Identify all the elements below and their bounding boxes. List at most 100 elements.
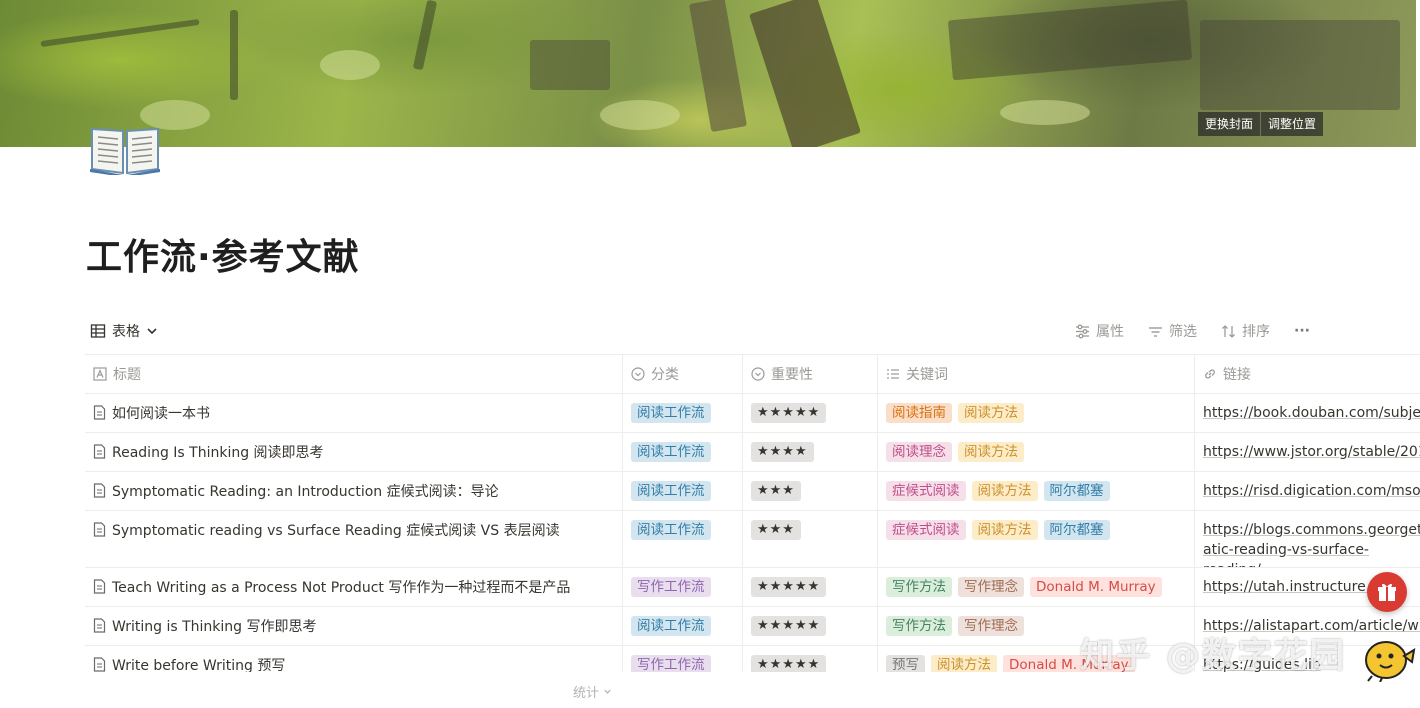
link-cell[interactable]: https://book.douban.com/subject [1195, 394, 1420, 432]
keywords-cell[interactable]: 阅读指南 阅读方法 [878, 394, 1195, 432]
more-options-button[interactable]: ··· [1294, 323, 1310, 339]
table-row[interactable]: Reading Is Thinking 阅读即思考 阅读工作流 ★★★★ 阅读理… [85, 433, 1420, 472]
sliders-icon [1076, 324, 1090, 338]
properties-button[interactable]: 属性 [1075, 321, 1124, 341]
row-title: Symptomatic reading vs Surface Reading 症… [112, 523, 560, 539]
properties-label: 属性 [1096, 324, 1125, 340]
keyword-tag: 阅读方法 [971, 520, 1038, 540]
chevron-down-icon [604, 689, 611, 694]
gift-button[interactable] [1367, 572, 1407, 612]
category-cell[interactable]: 阅读工作流 [623, 394, 743, 432]
star-rating-tag: ★★★ [751, 481, 801, 501]
keyword-tag: 写作方法 [886, 616, 952, 636]
title-cell[interactable]: Symptomatic reading vs Surface Reading 症… [85, 511, 623, 567]
row-title: Reading Is Thinking 阅读即思考 [112, 445, 324, 461]
table-row[interactable]: Symptomatic Reading: an Introduction 症候式… [85, 472, 1420, 511]
open-book-icon[interactable] [88, 115, 162, 175]
column-header-keywords-label: 关键词 [906, 367, 948, 383]
link-cell[interactable]: https://www.jstor.org/stable/2019 [1195, 433, 1420, 471]
title-cell[interactable]: 如何阅读一本书 [85, 394, 623, 432]
sort-label: 排序 [1242, 324, 1271, 340]
page-doc-icon [93, 657, 106, 672]
database-toolbar: 属性 筛选 排序 ··· [1075, 321, 1310, 341]
text-property-icon [93, 367, 107, 381]
title-cell[interactable]: Symptomatic Reading: an Introduction 症候式… [85, 472, 623, 510]
star-rating-tag: ★★★ [751, 520, 801, 540]
select-property-icon [631, 367, 645, 381]
link-cell[interactable]: https://risd.digication.com/msoko [1195, 472, 1420, 510]
url-link[interactable]: https://www.jstor.org/stable/2019 [1203, 442, 1420, 462]
importance-cell[interactable]: ★★★★★ [743, 568, 878, 606]
keywords-cell[interactable]: 写作方法 写作理念 Donald M. Murray [878, 568, 1195, 606]
column-header-title[interactable]: 标题 [85, 355, 623, 393]
change-cover-button[interactable]: 更换封面 [1198, 112, 1261, 136]
table-row[interactable]: Teach Writing as a Process Not Product 写… [85, 568, 1420, 607]
view-switcher[interactable]: 表格 [90, 321, 158, 341]
cover-image[interactable]: 更换封面 调整位置 [0, 0, 1416, 147]
keywords-cell[interactable]: 症候式阅读 阅读方法 阿尔都塞 [878, 472, 1195, 510]
category-tag: 阅读工作流 [631, 403, 711, 423]
sort-icon [1222, 324, 1235, 338]
category-tag: 阅读工作流 [631, 442, 711, 462]
reposition-cover-button[interactable]: 调整位置 [1260, 112, 1324, 136]
star-rating-tag: ★★★★★ [751, 616, 827, 636]
title-cell[interactable]: Writing is Thinking 写作即思考 [85, 607, 623, 645]
table-row[interactable]: Symptomatic reading vs Surface Reading 症… [85, 511, 1420, 568]
page-doc-icon [93, 405, 106, 420]
title-cell[interactable]: Teach Writing as a Process Not Product 写… [85, 568, 623, 606]
sort-button[interactable]: 排序 [1221, 321, 1270, 341]
keywords-cell[interactable]: 症候式阅读 阅读方法 阿尔都塞 [878, 511, 1195, 567]
category-tag: 写作工作流 [631, 577, 711, 597]
column-header-keywords[interactable]: 关键词 [878, 355, 1195, 393]
keyword-tag: 阅读方法 [971, 481, 1038, 501]
column-header-link[interactable]: 链接 [1195, 355, 1420, 393]
filter-icon [1149, 326, 1163, 337]
keyword-tag: 症候式阅读 [886, 520, 966, 540]
star-rating-tag: ★★★★ [751, 442, 814, 462]
row-title: Writing is Thinking 写作即思考 [112, 619, 317, 635]
importance-cell[interactable]: ★★★★ [743, 433, 878, 471]
column-header-category[interactable]: 分类 [623, 355, 743, 393]
keyword-tag: 写作方法 [886, 577, 952, 597]
category-cell[interactable]: 写作工作流 [623, 568, 743, 606]
link-icon [1205, 369, 1215, 379]
category-cell[interactable]: 阅读工作流 [623, 511, 743, 567]
importance-cell[interactable]: ★★★ [743, 472, 878, 510]
category-tag: 阅读工作流 [631, 616, 711, 636]
table-header-row: 标题 分类 重要性 关键词 链接 [85, 355, 1420, 394]
calculate-label: 统计 [573, 686, 600, 701]
column-header-importance-label: 重要性 [771, 367, 813, 383]
importance-cell[interactable]: ★★★★★ [743, 607, 878, 645]
url-link[interactable]: https://utah.instructure.co [1203, 577, 1386, 597]
filter-button[interactable]: 筛选 [1148, 321, 1197, 341]
keyword-tag: 阿尔都塞 [1043, 520, 1110, 540]
importance-cell[interactable]: ★★★ [743, 511, 878, 567]
row-title: Teach Writing as a Process Not Product 写… [112, 580, 571, 596]
url-link[interactable]: https://book.douban.com/subject [1203, 403, 1420, 423]
column-header-category-label: 分类 [651, 367, 679, 383]
url-link[interactable]: https://blogs.commons.georgetow [1203, 520, 1420, 540]
link-cell[interactable]: https://blogs.commons.georgetow atic-rea… [1195, 511, 1420, 567]
importance-cell[interactable]: ★★★★★ [743, 394, 878, 432]
url-link-continued[interactable]: atic-reading-vs-surface-reading/ [1203, 540, 1412, 567]
keyword-tag: 阅读理念 [886, 442, 952, 462]
keyword-tag: 阿尔都塞 [1043, 481, 1110, 501]
column-header-importance[interactable]: 重要性 [743, 355, 878, 393]
multi-select-icon [887, 369, 899, 379]
calculate-button[interactable]: 统计 [573, 682, 612, 701]
page-doc-icon [93, 579, 106, 594]
star-rating-tag: ★★★★★ [751, 577, 827, 597]
row-title: 如何阅读一本书 [112, 406, 210, 422]
table-row[interactable]: 如何阅读一本书 阅读工作流 ★★★★★ 阅读指南 阅读方法 https://bo… [85, 394, 1420, 433]
chevron-down-icon [147, 328, 157, 335]
url-link[interactable]: https://risd.digication.com/msoko [1203, 481, 1420, 501]
category-cell[interactable]: 阅读工作流 [623, 607, 743, 645]
category-tag: 阅读工作流 [631, 481, 711, 501]
star-rating-tag: ★★★★★ [751, 403, 827, 423]
keywords-cell[interactable]: 阅读理念 阅读方法 [878, 433, 1195, 471]
select-property-icon [751, 367, 765, 381]
category-cell[interactable]: 阅读工作流 [623, 433, 743, 471]
page-title[interactable]: 工作流·参考文献 [86, 232, 360, 284]
category-cell[interactable]: 阅读工作流 [623, 472, 743, 510]
title-cell[interactable]: Reading Is Thinking 阅读即思考 [85, 433, 623, 471]
